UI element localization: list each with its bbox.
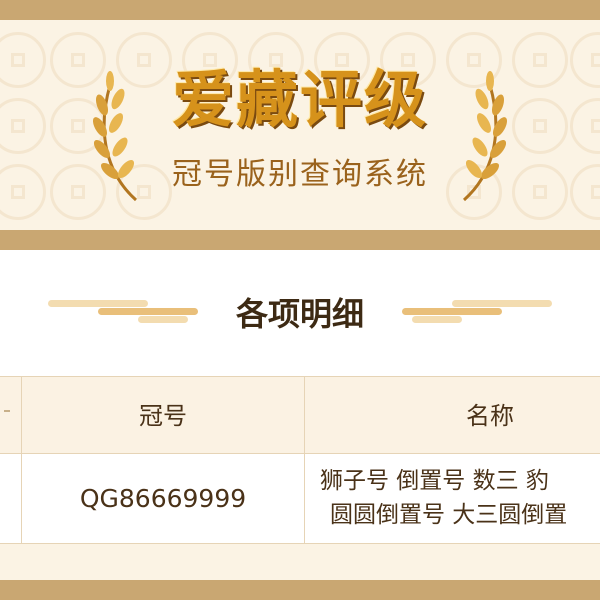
header-banner: 爱藏评级 冠号版别查询系统 <box>0 20 600 230</box>
bottom-border <box>0 580 600 600</box>
top-border <box>0 0 600 20</box>
column-header-name: 名称 <box>466 402 514 430</box>
brand-logo-text: 爱藏评级 <box>171 63 428 136</box>
table-cell-name-line1: 狮子号 倒置号 数三 豹 <box>320 468 549 494</box>
section-ornament-right <box>402 296 552 326</box>
table-header-row: 冠号 名称 <box>0 376 600 454</box>
footer-gap <box>0 544 600 580</box>
column-header-code: 冠号 <box>139 402 187 430</box>
details-table: 冠号 名称 QG86669999 狮子号 倒置号 数三 豹 圆圆倒置号 大三圆倒… <box>0 376 600 544</box>
system-subtitle: 冠号版别查询系统 <box>172 157 428 192</box>
table-cell-name: 狮子号 倒置号 数三 豹 圆圆倒置号 大三圆倒置 <box>320 464 600 532</box>
table-cell-name-line2: 圆圆倒置号 大三圆倒置 <box>330 502 568 528</box>
column-divider <box>21 376 22 544</box>
divider-band <box>0 230 600 250</box>
prev-column-edge <box>4 410 10 412</box>
table-row[interactable]: QG86669999 狮子号 倒置号 数三 豹 圆圆倒置号 大三圆倒置 <box>0 454 600 544</box>
column-divider <box>304 376 305 544</box>
table-cell-code: QG86669999 <box>79 484 247 513</box>
